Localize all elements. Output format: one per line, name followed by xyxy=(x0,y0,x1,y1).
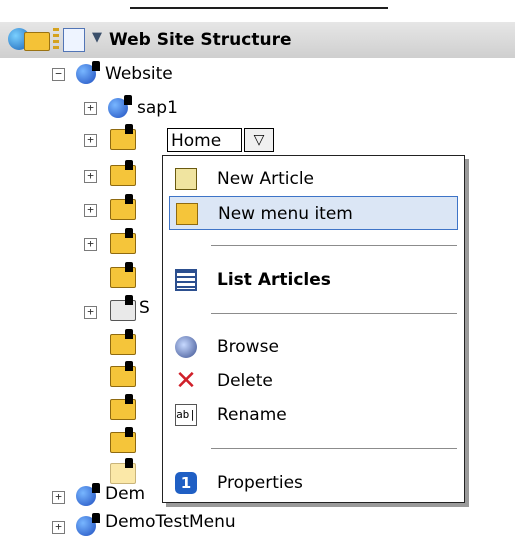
collapse-arrow-icon[interactable]: ▼ xyxy=(92,30,102,45)
menu-item-new-menu-item[interactable]: New menu item xyxy=(169,196,458,230)
menu-separator xyxy=(211,313,457,314)
menu-item-browse[interactable]: Browse xyxy=(169,330,458,364)
menu-item-label: Browse xyxy=(217,337,279,357)
tree-node-label[interactable]: Dem xyxy=(105,484,145,504)
folder-lock-icon xyxy=(110,228,136,254)
folder-lock-icon xyxy=(110,361,136,387)
collapse-toggle[interactable]: − xyxy=(52,68,65,81)
link-folder-icon xyxy=(110,295,136,321)
folder-icon xyxy=(24,32,50,51)
folder-lock-icon xyxy=(110,394,136,420)
menu-item-label: New Article xyxy=(217,169,315,189)
rename-input[interactable]: Home xyxy=(167,128,242,152)
dropdown-button[interactable]: ▽ xyxy=(244,128,274,152)
menu-separator xyxy=(211,245,457,246)
header-title: Web Site Structure xyxy=(109,30,292,50)
menu-item-rename[interactable]: ab| Rename xyxy=(169,398,458,432)
menu-item-delete[interactable]: ✕ Delete xyxy=(169,364,458,398)
tree-header: ▼ Web Site Structure xyxy=(0,22,515,58)
menu-item-properties[interactable]: 1 Properties xyxy=(169,466,458,500)
expand-toggle[interactable]: + xyxy=(84,204,97,217)
list-articles-icon xyxy=(175,269,197,291)
folder-lock-icon xyxy=(110,427,136,453)
expand-toggle[interactable]: + xyxy=(52,521,65,534)
folder-lock-icon xyxy=(110,194,136,220)
folder-lock-icon xyxy=(110,124,136,150)
tree-node-label[interactable]: Website xyxy=(105,64,173,84)
folder-lock-icon xyxy=(110,262,136,288)
folder-lock-icon xyxy=(110,458,136,484)
site-icon xyxy=(108,95,132,118)
tree-node-label[interactable]: sap1 xyxy=(137,98,178,118)
expand-toggle[interactable]: + xyxy=(84,306,97,319)
document-icon[interactable] xyxy=(63,28,85,52)
menu-item-label: New menu item xyxy=(218,204,353,224)
folder-lock-icon xyxy=(110,329,136,355)
expand-toggle[interactable]: + xyxy=(84,102,97,115)
site-icon xyxy=(76,483,100,506)
expand-toggle[interactable]: + xyxy=(84,170,97,183)
menu-item-label: Rename xyxy=(217,405,287,425)
menu-item-list-articles[interactable]: List Articles xyxy=(169,263,458,297)
properties-icon: 1 xyxy=(175,472,197,494)
grip-icon xyxy=(53,28,59,52)
menu-separator xyxy=(211,448,457,449)
top-divider xyxy=(130,7,388,9)
folder-lock-icon xyxy=(110,160,136,186)
expand-toggle[interactable]: + xyxy=(84,238,97,251)
browse-icon xyxy=(175,336,197,358)
rename-icon: ab| xyxy=(175,404,197,426)
delete-icon: ✕ xyxy=(175,366,197,396)
menu-item-label: Delete xyxy=(217,371,273,391)
menu-item-new-article[interactable]: New Article xyxy=(169,162,458,196)
new-menu-item-icon xyxy=(176,203,198,225)
menu-item-label: List Articles xyxy=(217,270,331,290)
menu-item-label: Properties xyxy=(217,473,303,493)
website-icon xyxy=(76,61,100,84)
new-article-icon xyxy=(175,168,197,190)
expand-toggle[interactable]: + xyxy=(84,134,97,147)
context-menu: New Article New menu item List Articles … xyxy=(162,155,465,503)
menu-icon xyxy=(76,513,100,536)
expand-toggle[interactable]: + xyxy=(52,491,65,504)
tree-node-label[interactable]: S xyxy=(139,298,150,318)
tree-node-label[interactable]: DemoTestMenu xyxy=(105,512,236,532)
